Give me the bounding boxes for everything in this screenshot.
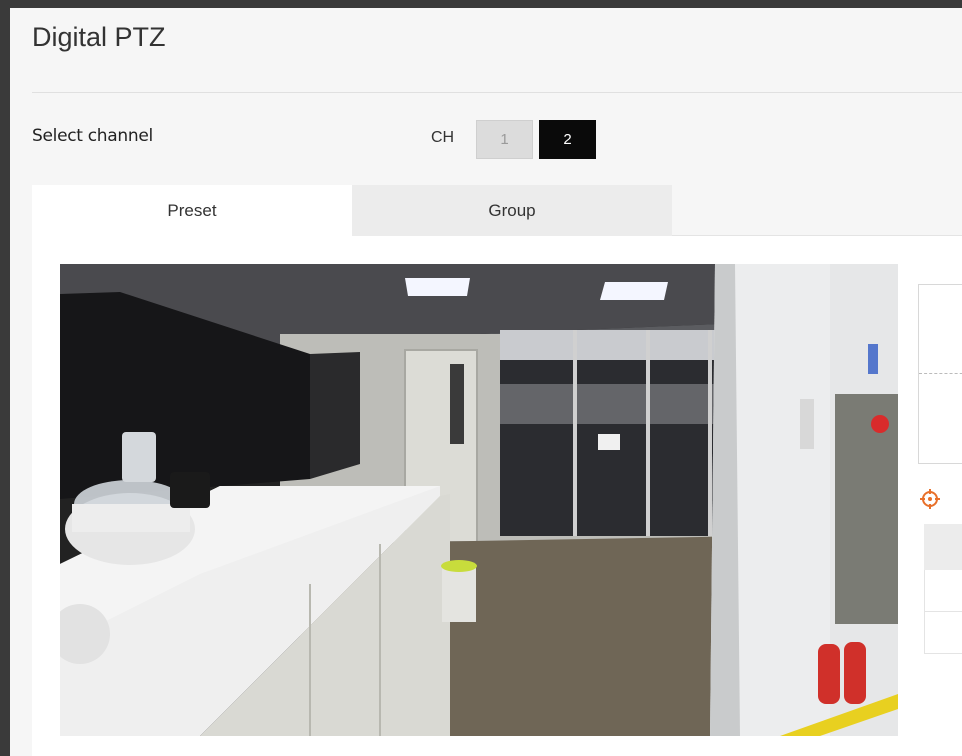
target-crosshair-icon[interactable] — [918, 487, 942, 511]
channel-1-button[interactable]: 1 — [476, 120, 533, 159]
preset-control-box — [918, 284, 962, 464]
table-row[interactable] — [924, 570, 962, 612]
preset-table — [924, 524, 962, 654]
camera-scene-image — [60, 264, 898, 736]
preset-content — [32, 236, 962, 756]
tab-bar: Preset Group — [32, 185, 962, 236]
page-title: Digital PTZ — [32, 22, 166, 52]
channel-prefix-label: CH — [431, 129, 455, 146]
table-row[interactable] — [924, 612, 962, 654]
select-channel-label: Select channel — [32, 126, 153, 146]
digital-ptz-panel: Digital PTZ Select channel CH 1 2 Preset… — [10, 8, 962, 756]
title-divider — [32, 92, 962, 93]
tab-preset[interactable]: Preset — [32, 185, 352, 236]
tab-group[interactable]: Group — [352, 185, 672, 236]
channel-2-button[interactable]: 2 — [539, 120, 596, 159]
preset-table-header — [924, 524, 962, 570]
camera-video-view[interactable] — [60, 264, 898, 736]
